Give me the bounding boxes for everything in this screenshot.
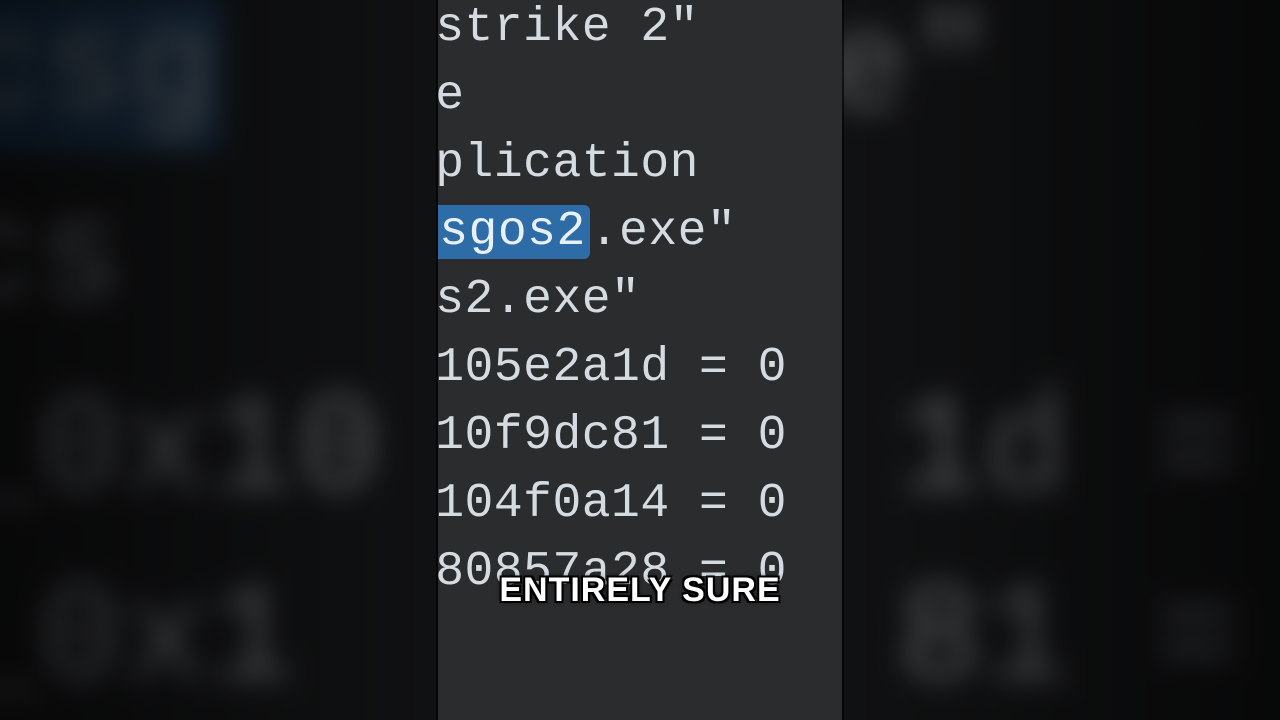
code-line-8: 0_0x104f0a14 = 0 (438, 477, 787, 531)
foreground-strip: ter-strike 2" force e Application e "csg… (438, 0, 842, 720)
code-line-7: 0_0x10f9dc81 = 0 (438, 409, 787, 463)
code-line-3: e Application (438, 137, 699, 191)
code-line-5: e "cs2.exe" (438, 273, 640, 327)
video-frame: "csg exe" "cs 0_0x10 1d = 0 0_0x1 81 = 0… (0, 0, 1280, 720)
code-line-6: 0_0x105e2a1d = 0 (438, 341, 787, 395)
bg-line3-right: 1d = 0 (898, 373, 1280, 533)
letterbox-left (0, 0, 438, 720)
code-line-4-suffix: .exe" (590, 205, 737, 259)
bg-line1-highlight: csg (0, 0, 222, 153)
bg-line4-right: 81 = 0 (898, 563, 1280, 720)
code-line-1: ter-strike 2" (438, 1, 699, 55)
code-line-4-highlight: csgos2 (438, 205, 590, 259)
code-text: ter-strike 2" force e Application e "csg… (438, 0, 787, 606)
code-line-9: 0_0x80857a28 = 0 (438, 545, 787, 599)
code-line-2: force (438, 69, 465, 123)
bg-line3-left: 0_0x10 (0, 373, 382, 533)
bg-line2-left: "cs (0, 183, 123, 343)
letterbox-right (842, 0, 1280, 720)
bg-line4-left: 0_0x1 (0, 563, 296, 720)
